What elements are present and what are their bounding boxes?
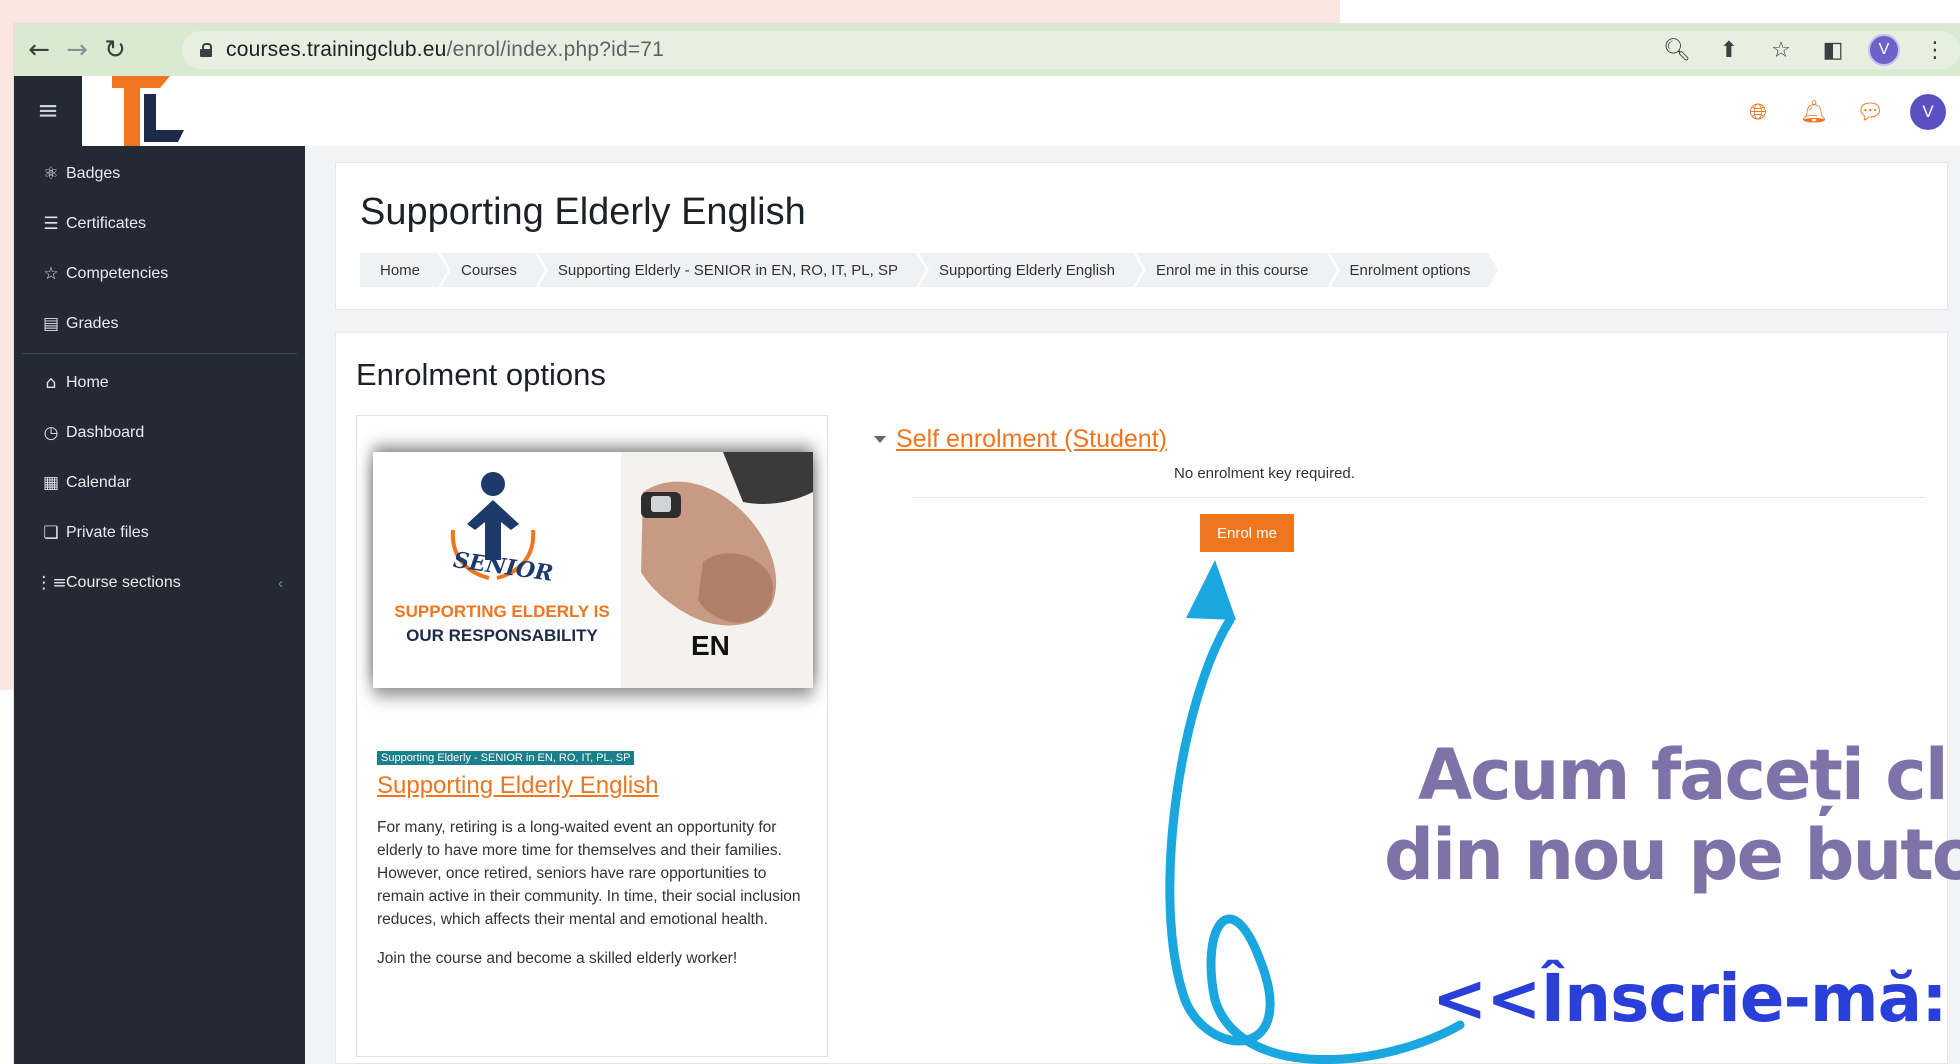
course-description-text: For many, retiring is a long-waited even… [377, 819, 801, 928]
collapse-triangle-icon[interactable] [874, 436, 886, 443]
user-avatar[interactable]: V [1910, 94, 1946, 130]
enrolment-note: No enrolment key required. [1174, 465, 1355, 482]
list-icon: ⋮≡ [35, 573, 67, 593]
badge-icon: ⚛ [43, 164, 59, 184]
breadcrumb: Home Courses Supporting Elderly - SENIOR… [360, 253, 1502, 287]
sidebar-item-course-sections[interactable]: ⋮≡ Course sections ‹ [14, 558, 305, 608]
course-description-cta: Join the course and become a skilled eld… [377, 950, 738, 967]
self-enrolment-link[interactable]: Self enrolment (Student) [896, 425, 1167, 454]
zoom-icon[interactable]: 🔍︎ [1660, 33, 1694, 67]
sidebar-item-label: Dashboard [66, 424, 145, 441]
url-text: courses.trainingclub.eu/enrol/index.php?… [226, 38, 665, 61]
sidebar-item-private-files[interactable]: ❏ Private files [14, 508, 305, 558]
course-image-line1: SUPPORTING ELDERLY IS [394, 602, 610, 621]
sidebar-item-dashboard[interactable]: ◷ Dashboard [14, 408, 305, 458]
header-actions: 🌐︎ 🔔︎ 💬︎ V [1742, 94, 1946, 130]
breadcrumb-item-enrol[interactable]: Enrol me in this course [1135, 253, 1340, 287]
page-header-card: Supporting Elderly English Home Courses … [335, 162, 1948, 310]
language-globe-icon[interactable]: 🌐︎ [1742, 96, 1774, 128]
browser-actions: 🔍︎ ⬆ ☆ ◧ V ⋮ [1660, 32, 1960, 68]
divider [912, 497, 1925, 498]
self-enrolment-header[interactable]: Self enrolment (Student) [874, 425, 1167, 454]
breadcrumb-item-current: Enrolment options [1329, 253, 1502, 287]
notification-bell-icon[interactable]: 🔔︎ [1798, 96, 1830, 128]
sidebar-item-label: Private files [66, 524, 149, 541]
sidebar-item-label: Grades [66, 315, 119, 332]
sidebar-item-badges[interactable]: ⚛ Badges [14, 149, 305, 199]
enrolment-card: Enrolment options SENIOR SUPPORTING ELDE… [335, 332, 1948, 1064]
course-image[interactable]: SENIOR SUPPORTING ELDERLY IS OUR RESPONS… [373, 452, 813, 688]
page-title: Supporting Elderly English [360, 191, 806, 233]
messages-chat-icon[interactable]: 💬︎ [1854, 96, 1886, 128]
browser-toolbar: ← → ↻ courses.trainingclub.eu/enrol/inde… [14, 24, 1960, 76]
grades-icon: ▤ [42, 314, 60, 334]
more-menu-icon[interactable]: ⋮ [1918, 33, 1952, 67]
sidebar-item-label: Home [66, 374, 109, 391]
sidebar: ⚛ Badges ☰ Certificates ☆ Competencies ▤ Gra… [14, 146, 305, 1064]
browser-window: ← → ↻ courses.trainingclub.eu/enrol/inde… [14, 24, 1960, 1064]
browser-profile-avatar[interactable]: V [1868, 34, 1900, 66]
enrol-me-button[interactable]: Enrol me [1200, 514, 1294, 552]
site-logo[interactable] [100, 76, 200, 146]
sidebar-divider [22, 353, 297, 354]
annotation-line2: din nou pe buto [1384, 814, 1960, 896]
breadcrumb-item-courses[interactable]: Courses [441, 253, 548, 287]
course-summary-box: SENIOR SUPPORTING ELDERLY IS OUR RESPONS… [356, 415, 828, 1057]
site-header: ≡ 🌐︎ 🔔︎ 💬︎ V [14, 76, 1960, 147]
sidebar-item-label: Calendar [66, 474, 131, 491]
course-name-link[interactable]: Supporting Elderly English [377, 772, 659, 800]
section-title: Enrolment options [356, 357, 606, 392]
sidebar-item-label: Badges [66, 165, 121, 182]
course-category-badge: Supporting Elderly - SENIOR in EN, RO, I… [377, 751, 635, 765]
breadcrumb-item-category[interactable]: Supporting Elderly - SENIOR in EN, RO, I… [537, 253, 930, 287]
back-arrow-icon[interactable]: ← [20, 31, 58, 69]
sidebar-item-grades[interactable]: ▤ Grades [14, 299, 305, 349]
lock-icon [200, 43, 212, 57]
bookmark-star-icon[interactable]: ☆ [1764, 33, 1798, 67]
reload-icon[interactable]: ↻ [96, 31, 134, 69]
menu-toggle-icon[interactable]: ≡ [14, 76, 82, 146]
calendar-icon: ▦ [42, 473, 60, 493]
course-image-line2: OUR RESPONSABILITY [406, 626, 598, 645]
side-panel-icon[interactable]: ◧ [1816, 33, 1850, 67]
annotation-line1: Acum faceți cl [1418, 734, 1949, 816]
sidebar-item-label: Competencies [66, 265, 169, 282]
breadcrumb-item-home[interactable]: Home [360, 253, 452, 287]
forward-arrow-icon[interactable]: → [58, 31, 96, 69]
home-icon: ⌂ [45, 373, 57, 393]
star-icon: ☆ [43, 264, 59, 284]
annotation-line3: <<Înscrie-mă: [1432, 960, 1948, 1037]
breadcrumb-item-course[interactable]: Supporting Elderly English [919, 253, 1146, 287]
sidebar-item-home[interactable]: ⌂ Home [14, 358, 305, 408]
files-icon: ❏ [43, 523, 59, 543]
main-content: Supporting Elderly English Home Courses … [305, 146, 1960, 1064]
dashboard-icon: ◷ [43, 423, 59, 443]
course-image-lang: EN [691, 630, 730, 661]
sidebar-item-label: Course sections [66, 574, 181, 591]
sidebar-item-certificates[interactable]: ☰ Certificates [14, 199, 305, 249]
sidebar-item-calendar[interactable]: ▦ Calendar [14, 458, 305, 508]
chevron-left-icon[interactable]: ‹ [278, 575, 283, 592]
sidebar-item-competencies[interactable]: ☆ Competencies [14, 249, 305, 299]
share-icon[interactable]: ⬆ [1712, 33, 1746, 67]
sidebar-item-label: Certificates [66, 215, 147, 232]
certificate-icon: ☰ [43, 214, 59, 234]
course-description: For many, retiring is a long-waited even… [377, 816, 817, 986]
